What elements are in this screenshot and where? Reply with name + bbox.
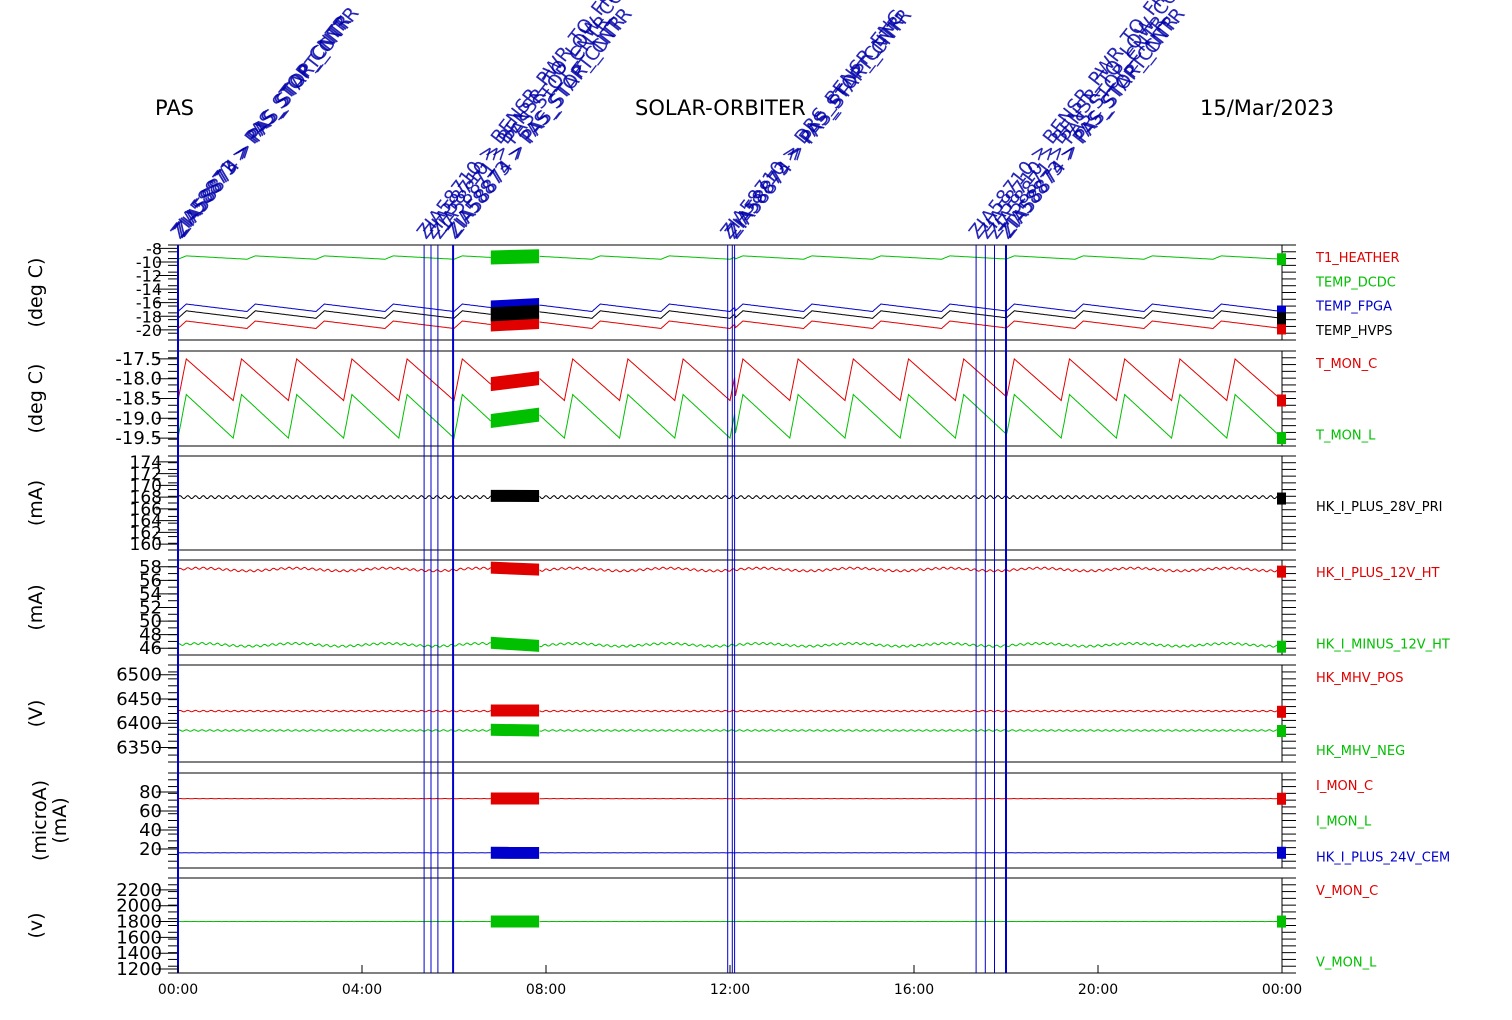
y-tick-label: 6350 — [116, 737, 162, 758]
y-axis-label: (mA) — [25, 480, 47, 526]
y-tick-label: 60 — [139, 801, 162, 822]
panel-6: 80604020 (microA)(mA) I_MON_C I_MON_L HK_I_P… — [29, 772, 1450, 869]
y-tick-label: 6450 — [116, 689, 162, 710]
dense-data-band — [490, 723, 540, 737]
legend-hk-mhv-neg: HK_MHV_NEG — [1316, 744, 1405, 759]
y-axis-label-2: (mA) — [49, 797, 71, 843]
panel-7: 220020001800160014001200(v)V_MON_CV_MON_… — [25, 877, 1378, 980]
dense-data-band — [490, 636, 540, 652]
x-tick-label: 08:00 — [526, 982, 566, 998]
x-tick-label: 12:00 — [710, 982, 750, 998]
legend-hk-i-plus-12v-ht: HK_I_PLUS_12V_HT — [1316, 566, 1440, 581]
series-line — [177, 709, 1283, 713]
end-marker — [1277, 846, 1286, 859]
legend-temp-fpga: TEMP_FPGA — [1315, 300, 1392, 315]
end-marker — [1277, 253, 1286, 266]
legend-hk-i-minus-12v-ht: HK_I_MINUS_12V_HT — [1316, 637, 1450, 652]
dense-data-band — [490, 792, 540, 805]
legend-i-mon-l: I_MON_L — [1316, 815, 1372, 830]
y-axis-label: (deg C) — [25, 258, 47, 328]
y-tick-label: 20 — [139, 839, 162, 860]
panel-5: 6500 6450 6400 6350 (V) HK_MHV_POS HK_MHV_NEG — [25, 664, 1405, 763]
y-tick-label: 46 — [139, 638, 162, 659]
dense-data-band — [490, 561, 540, 576]
y-axis-label: (deg C) — [25, 364, 47, 434]
event-label: ZIA58874 > PAS_START_CNTR — [444, 4, 637, 242]
end-marker — [1277, 312, 1286, 325]
panel-frame — [177, 772, 1283, 869]
y-axis-label: (microA) — [29, 780, 51, 861]
legend-t-mon-l: T_MON_L — [1315, 428, 1376, 443]
event-label: ZIA58874 > PAS_START_CNTR — [997, 4, 1190, 242]
dense-data-band — [490, 704, 540, 717]
series-line — [177, 641, 1283, 648]
y-tick-label: -19.0 — [115, 408, 162, 429]
event-label: ZIA58874 > PAS_START_CNTR — [171, 3, 364, 241]
legend-t1-heather: T1_HEATHER — [1315, 251, 1400, 266]
end-marker — [1277, 394, 1286, 407]
y-tick-label: -17.5 — [115, 349, 162, 370]
legend-t-mon-c: T_MON_C — [1315, 357, 1377, 372]
y-tick-label: 6400 — [116, 713, 162, 734]
end-marker — [1277, 915, 1286, 928]
dense-data-band — [490, 249, 540, 265]
event-label: ZIA58874 > PAS_START_CNTR — [723, 5, 916, 243]
series-line — [177, 320, 1283, 330]
dense-data-band — [490, 304, 540, 322]
panel-2: -17.5-18.0-18.5-19.0-19.5 (deg C) T_MON_C T… — [25, 349, 1377, 449]
x-tick-label: 00:00 — [1262, 982, 1302, 998]
legend-v-mon-c: V_MON_C — [1316, 884, 1378, 899]
panel-4: 58565452504846(mA)HK_I_PLUS_12V_HTHK_I_M… — [25, 557, 1450, 659]
x-tick-label: 00:00 — [158, 982, 198, 998]
series-line — [177, 495, 1283, 500]
legend-v-mon-l: V_MON_L — [1316, 955, 1377, 970]
end-marker — [1277, 725, 1286, 738]
y-axis-label: (mA) — [25, 584, 47, 630]
x-tick-label: 16:00 — [894, 982, 934, 998]
legend-temp-dcdc: TEMP_DCDC — [1315, 275, 1396, 290]
legend-hk-i-plus-24v-cem: HK_I_PLUS_24V_CEM — [1316, 850, 1450, 865]
y-tick-label: 6500 — [116, 665, 162, 686]
y-tick-label: 1200 — [116, 959, 162, 980]
panel-frame — [177, 559, 1283, 656]
y-tick-label: 80 — [139, 782, 162, 803]
series-line — [177, 255, 1282, 260]
y-tick-label: 160 — [130, 535, 162, 555]
end-marker — [1277, 492, 1286, 505]
series-line — [177, 357, 1283, 402]
x-tick-label: 20:00 — [1078, 982, 1118, 998]
end-marker — [1277, 705, 1286, 718]
y-axis-label: (V) — [25, 700, 47, 728]
dense-data-band — [490, 846, 540, 859]
dense-data-band — [490, 407, 540, 429]
legend-hk-mhv-pos: HK_MHV_POS — [1316, 671, 1404, 686]
legend-i-mon-c: I_MON_C — [1316, 779, 1373, 794]
y-tick-label: -18.0 — [115, 369, 162, 390]
end-marker — [1277, 565, 1286, 578]
dense-data-band — [490, 915, 540, 928]
panel-frame — [177, 455, 1283, 551]
end-marker — [1277, 432, 1286, 445]
panel-3: 174172170168166164162160(mA) HK_I_PLUS_28… — [25, 453, 1442, 555]
end-marker — [1277, 792, 1286, 805]
legend-temp-hvps: TEMP_HVPS — [1315, 324, 1392, 339]
dense-data-band — [490, 489, 540, 502]
y-tick-label: -20 — [136, 321, 162, 340]
dense-data-band — [490, 371, 540, 392]
end-marker — [1277, 640, 1286, 653]
y-tick-label: -18.5 — [115, 389, 162, 410]
series-line — [177, 566, 1283, 573]
y-axis-label: (v) — [25, 912, 47, 938]
panel-frame — [177, 877, 1283, 974]
legend-hk-i-plus-28v-pri: HK_I_PLUS_28V_PRI — [1316, 500, 1442, 515]
panel-frame — [177, 664, 1283, 763]
series-line — [177, 303, 1283, 313]
y-tick-label: 40 — [139, 820, 162, 841]
x-tick-label: 04:00 — [342, 982, 382, 998]
panel-1: -8-10-12-14-16-18-20(deg C) T1_HEATHERTEM… — [25, 239, 1400, 341]
y-tick-label: -19.5 — [115, 428, 162, 449]
series-line — [177, 729, 1283, 732]
housekeeping-plot: -8-10-12-14-16-18-20(deg C) T1_HEATHERTEM… — [25, 0, 1450, 998]
